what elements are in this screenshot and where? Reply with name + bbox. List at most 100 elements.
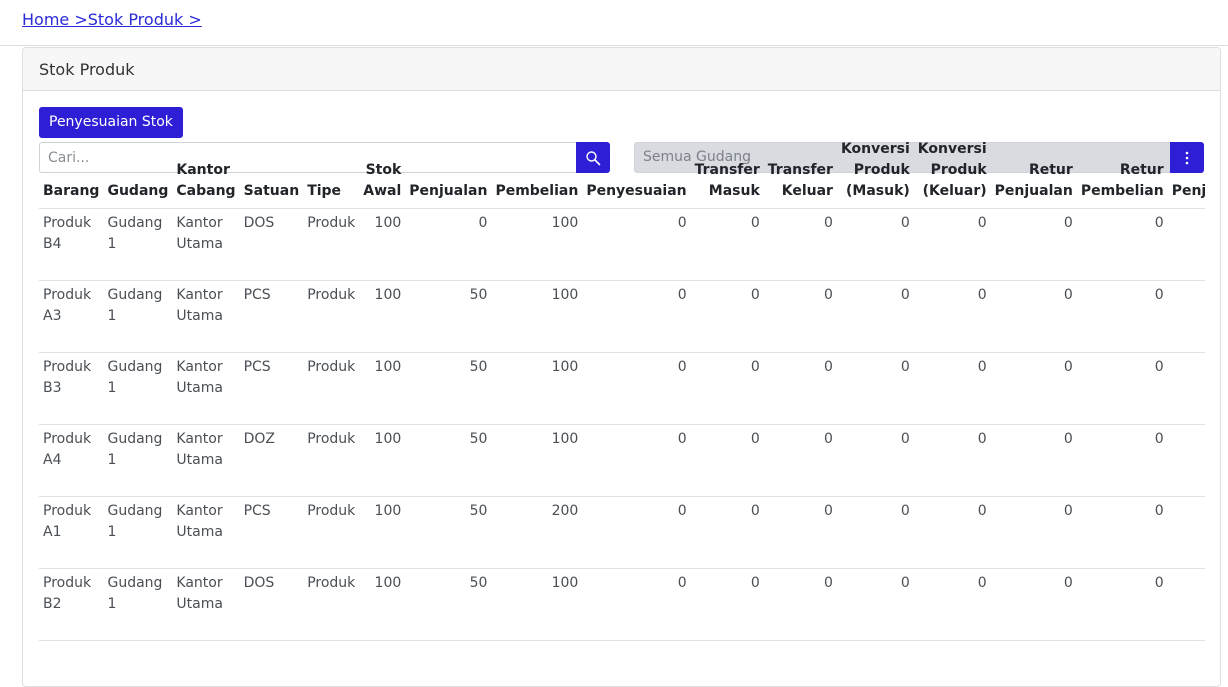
cell-text: Gudang	[107, 359, 162, 375]
table-cell: ProdukA1	[39, 496, 103, 568]
cell-text: PCS	[244, 287, 271, 303]
table-cell: 0	[764, 280, 837, 352]
table-cell: 0	[914, 208, 991, 280]
cell-text: 50	[470, 359, 488, 375]
table-cell: 50	[1168, 352, 1205, 424]
column-header[interactable]: KonversiProduk(Masuk)	[837, 131, 914, 208]
table-cell: Gudang1	[103, 568, 172, 640]
table-cell: 0	[582, 352, 690, 424]
table-row[interactable]: ProdukA1Gudang1KantorUtamaPCSProduk10050…	[39, 496, 1205, 568]
column-header[interactable]: KantorCabang	[172, 131, 239, 208]
column-header[interactable]: Gudang	[103, 131, 172, 208]
table-cell: 0	[914, 496, 991, 568]
table-cell: 100	[491, 424, 582, 496]
table-cell: 0	[764, 352, 837, 424]
column-header[interactable]: Tipe	[303, 131, 359, 208]
table-cell: Produk	[303, 208, 359, 280]
table-cell: 0	[1077, 568, 1168, 640]
table-cell: 0	[837, 352, 914, 424]
column-header[interactable]: OrderPenjualan	[1168, 131, 1205, 208]
cell-text: 50	[470, 431, 488, 447]
table-cell: 100	[491, 568, 582, 640]
cell-text: 0	[751, 575, 760, 591]
cell-text: Produk	[43, 503, 91, 519]
column-header[interactable]: Penjualan	[405, 131, 491, 208]
table-row[interactable]: ProdukA3Gudang1KantorUtamaPCSProduk10050…	[39, 280, 1205, 352]
table-cell: 0	[991, 568, 1077, 640]
table-cell: 200	[491, 496, 582, 568]
table-cell: 100	[359, 424, 405, 496]
cell-text: 0	[1064, 359, 1073, 375]
table-cell: 0	[837, 424, 914, 496]
cell-text: 0	[1155, 431, 1164, 447]
column-header[interactable]: Satuan	[240, 131, 304, 208]
table-cell: 50	[405, 568, 491, 640]
table-cell: 100	[359, 208, 405, 280]
table-cell: 0	[914, 352, 991, 424]
cell-text: 0	[678, 287, 687, 303]
column-header[interactable]: StokAwal	[359, 131, 405, 208]
table-cell: 100	[491, 352, 582, 424]
table-cell: PCS	[240, 496, 304, 568]
column-header[interactable]: TransferMasuk	[691, 131, 764, 208]
cell-text: 100	[375, 431, 402, 447]
table-row[interactable]: ProdukB4Gudang1KantorUtamaDOSProduk10001…	[39, 208, 1205, 280]
cell-text: A3	[43, 308, 61, 324]
cell-text: Kantor	[176, 431, 222, 447]
cell-text: 1	[107, 524, 116, 540]
table-cell: 100	[491, 280, 582, 352]
table-cell: 0	[582, 424, 690, 496]
table-cell: ProdukB4	[39, 208, 103, 280]
column-header[interactable]: KonversiProduk(Keluar)	[914, 131, 991, 208]
table-cell: Produk	[303, 352, 359, 424]
cell-text: B3	[43, 380, 62, 396]
stock-table: BarangGudangKantorCabangSatuanTipeStokAw…	[39, 131, 1205, 641]
table-cell: Gudang1	[103, 280, 172, 352]
cell-text: 0	[901, 359, 910, 375]
table-cell: KantorUtama	[172, 280, 239, 352]
cell-text: Produk	[307, 287, 355, 303]
table-cell: 0	[582, 280, 690, 352]
table-cell: 0	[1077, 208, 1168, 280]
cell-text: 0	[678, 503, 687, 519]
cell-text: Kantor	[176, 575, 222, 591]
cell-text: 1	[107, 596, 116, 612]
cell-text: Penjualan	[995, 183, 1073, 199]
table-cell: 0	[991, 424, 1077, 496]
cell-text: Stok	[366, 162, 402, 178]
table-body: ProdukB4Gudang1KantorUtamaDOSProduk10001…	[39, 208, 1205, 640]
cell-text: 0	[901, 215, 910, 231]
column-header[interactable]: ReturPenjualan	[991, 131, 1077, 208]
cell-text: (Masuk)	[846, 183, 910, 199]
table-row[interactable]: ProdukA4Gudang1KantorUtamaDOZProduk10050…	[39, 424, 1205, 496]
cell-text: Penjualan	[409, 183, 487, 199]
cell-text: 0	[1155, 359, 1164, 375]
cell-text: Kantor	[176, 215, 222, 231]
cell-text: Retur	[1120, 162, 1164, 178]
table-cell: 0	[837, 208, 914, 280]
column-header[interactable]: Barang	[39, 131, 103, 208]
column-header[interactable]: Penyesuaian	[582, 131, 690, 208]
cell-text: 0	[824, 431, 833, 447]
table-cell: 0	[691, 280, 764, 352]
cell-text: Penjualan	[1172, 183, 1205, 199]
column-header[interactable]: ReturPembelian	[1077, 131, 1168, 208]
table-cell: 0	[1077, 424, 1168, 496]
table-row[interactable]: ProdukB3Gudang1KantorUtamaPCSProduk10050…	[39, 352, 1205, 424]
column-header[interactable]: Pembelian	[491, 131, 582, 208]
cell-text: 100	[375, 359, 402, 375]
breadcrumb-link[interactable]: Home >Stok Produk >	[22, 10, 202, 29]
table-cell: 50	[1168, 568, 1205, 640]
cell-text: 100	[552, 215, 579, 231]
table-cell: Gudang1	[103, 352, 172, 424]
table-cell: ProdukB2	[39, 568, 103, 640]
column-header[interactable]: TransferKeluar	[764, 131, 837, 208]
table-cell: 0	[1077, 280, 1168, 352]
table-row[interactable]: ProdukB2Gudang1KantorUtamaDOSProduk10050…	[39, 568, 1205, 640]
cell-text: PCS	[244, 359, 271, 375]
cell-text: 0	[901, 575, 910, 591]
cell-text: 1	[107, 452, 116, 468]
table-cell: DOS	[240, 568, 304, 640]
stock-table-container[interactable]: BarangGudangKantorCabangSatuanTipeStokAw…	[39, 131, 1205, 641]
cell-text: Keluar	[782, 183, 833, 199]
